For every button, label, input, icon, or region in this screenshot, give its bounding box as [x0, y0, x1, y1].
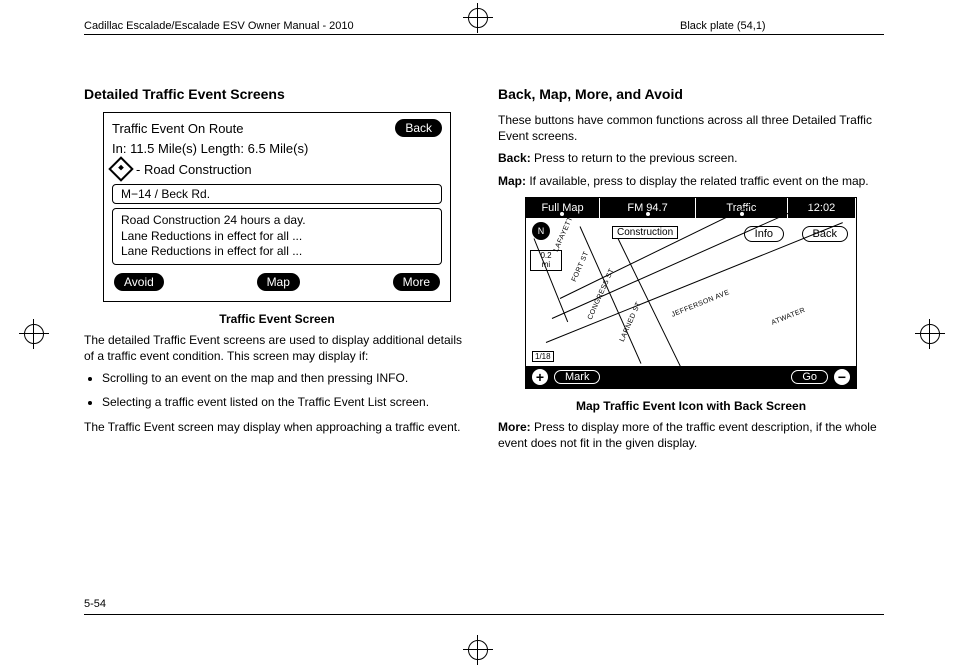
map-button[interactable]: Map: [257, 273, 300, 291]
fig1-desc-line: Road Construction 24 hours a day.: [121, 213, 433, 229]
fig1-road-type-row: - Road Construction: [112, 160, 442, 178]
left-column: Detailed Traffic Event Screens Traffic E…: [84, 80, 470, 457]
text-map: If available, press to display the relat…: [526, 174, 869, 188]
zoom-in-button[interactable]: +: [532, 369, 548, 385]
fig1-header-row: Traffic Event On Route Back: [112, 119, 442, 137]
compass-icon[interactable]: N: [532, 222, 550, 240]
para-more: More: Press to display more of the traff…: [498, 419, 884, 451]
fig2-bottombar: + Mark Go −: [526, 366, 856, 388]
fig1-location: M−14 / Beck Rd.: [112, 184, 442, 204]
avoid-button[interactable]: Avoid: [114, 273, 164, 291]
crop-mark-icon: [468, 8, 488, 28]
construction-icon: [108, 156, 133, 181]
heading-detailed-traffic: Detailed Traffic Event Screens: [84, 86, 470, 102]
right-column: Back, Map, More, and Avoid These buttons…: [498, 80, 884, 457]
label-map: Map:: [498, 174, 526, 188]
fig1-distance-length: In: 11.5 Mile(s) Length: 6.5 Mile(s): [112, 141, 442, 156]
mark-button[interactable]: Mark: [554, 370, 600, 384]
footer-rule: [84, 614, 884, 615]
street-label: JEFFERSON AVE: [671, 289, 731, 319]
street-label: ATWATER: [771, 307, 807, 327]
fig1-caption: Traffic Event Screen: [84, 312, 470, 326]
road-line: [618, 238, 685, 373]
para-common-functions: These buttons have common functions acro…: [498, 112, 884, 144]
bullet-item: Selecting a traffic event listed on the …: [102, 394, 470, 410]
figure-map-screen: Full Map FM 94.7 Traffic 12:02 N 0.2 mi …: [525, 197, 857, 389]
fig1-description: Road Construction 24 hours a day. Lane R…: [112, 208, 442, 265]
tab-fm[interactable]: FM 94.7: [600, 198, 696, 218]
street-label: FORT ST: [571, 250, 591, 283]
para-back: Back: Press to return to the previous sc…: [498, 150, 884, 166]
tab-full-map[interactable]: Full Map: [526, 198, 600, 218]
bullet-list: Scrolling to an event on the map and the…: [102, 370, 470, 410]
road-line: [580, 226, 642, 363]
header-right-text: Black plate (54,1): [680, 20, 766, 32]
content-columns: Detailed Traffic Event Screens Traffic E…: [84, 80, 884, 457]
fig1-button-row: Avoid Map More: [112, 273, 442, 291]
construction-label: Construction: [612, 226, 678, 239]
crop-mark-icon: [920, 324, 940, 344]
label-more: More:: [498, 420, 531, 434]
clock-value: 12:02: [808, 202, 836, 214]
fig2-caption: Map Traffic Event Icon with Back Screen: [498, 399, 884, 413]
figure-traffic-event-screen: Traffic Event On Route Back In: 11.5 Mil…: [103, 112, 451, 302]
fig1-title: Traffic Event On Route: [112, 121, 244, 136]
page-number: 5-54: [84, 598, 106, 610]
info-button[interactable]: Info: [744, 226, 784, 242]
map-range: 1/18: [532, 351, 554, 362]
crop-mark-icon: [468, 640, 488, 660]
text-back: Press to return to the previous screen.: [531, 151, 738, 165]
bullet-item: Scrolling to an event on the map and the…: [102, 370, 470, 386]
para-map: Map: If available, press to display the …: [498, 173, 884, 189]
para-intro: The detailed Traffic Event screens are u…: [84, 332, 470, 364]
go-button[interactable]: Go: [791, 370, 828, 384]
fig1-desc-line: Lane Reductions in effect for all ...: [121, 229, 433, 245]
para-approaching: The Traffic Event screen may display whe…: [84, 419, 470, 435]
label-back: Back:: [498, 151, 531, 165]
zoom-out-button[interactable]: −: [834, 369, 850, 385]
header-rule: [84, 34, 884, 35]
more-button[interactable]: More: [393, 273, 440, 291]
header-left-text: Cadillac Escalade/Escalade ESV Owner Man…: [84, 20, 354, 32]
text-more: Press to display more of the traffic eve…: [498, 420, 877, 450]
back-button[interactable]: Back: [395, 119, 442, 137]
heading-back-map-more-avoid: Back, Map, More, and Avoid: [498, 86, 884, 102]
crop-mark-icon: [24, 324, 44, 344]
fig1-road-type: - Road Construction: [136, 162, 252, 177]
page: Cadillac Escalade/Escalade ESV Owner Man…: [0, 0, 954, 668]
fig1-desc-line: Lane Reductions in effect for all ...: [121, 244, 433, 260]
